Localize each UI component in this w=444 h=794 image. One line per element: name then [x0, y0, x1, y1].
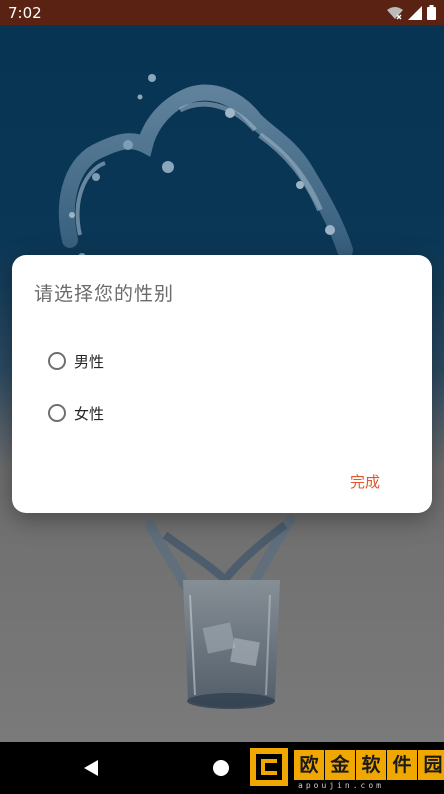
dialog-title: 请选择您的性别: [34, 283, 175, 305]
back-icon[interactable]: [84, 760, 98, 776]
radio-label-male: 男性: [74, 352, 105, 371]
navigation-bar: 欧 金 软 件 园 apoujin.com: [0, 742, 444, 794]
watermark-char: 件: [387, 750, 417, 780]
watermark-char: 欧: [294, 750, 324, 780]
watermark-char: 软: [356, 750, 386, 780]
watermark-url: apoujin.com: [298, 781, 384, 790]
radio-button-icon[interactable]: [48, 352, 66, 370]
signal-icon: [408, 5, 422, 20]
gender-select-dialog: 请选择您的性别 男性 女性 完成: [12, 255, 432, 513]
radio-option-female[interactable]: 女性: [48, 400, 104, 426]
radio-label-female: 女性: [74, 404, 105, 423]
status-icons: [387, 5, 436, 20]
watermark-logo: 欧 金 软 件 园 apoujin.com: [250, 746, 444, 792]
phone-screen: 7:02 请选择您的性别 男性 女性 完成 欧 金 软 件 园 apoujin.…: [0, 0, 444, 794]
watermark-text: 欧 金 软 件 园: [294, 750, 444, 780]
radio-button-icon[interactable]: [48, 404, 66, 422]
done-button[interactable]: 完成: [350, 471, 380, 492]
radio-option-male[interactable]: 男性: [48, 348, 104, 374]
status-time: 7:02: [8, 4, 42, 22]
battery-icon: [427, 5, 436, 20]
status-bar: 7:02: [0, 0, 444, 25]
watermark-char: 园: [418, 750, 444, 780]
home-icon[interactable]: [213, 760, 229, 776]
wifi-icon: [387, 6, 403, 20]
watermark-emblem-icon: [250, 748, 288, 786]
watermark-char: 金: [325, 750, 355, 780]
